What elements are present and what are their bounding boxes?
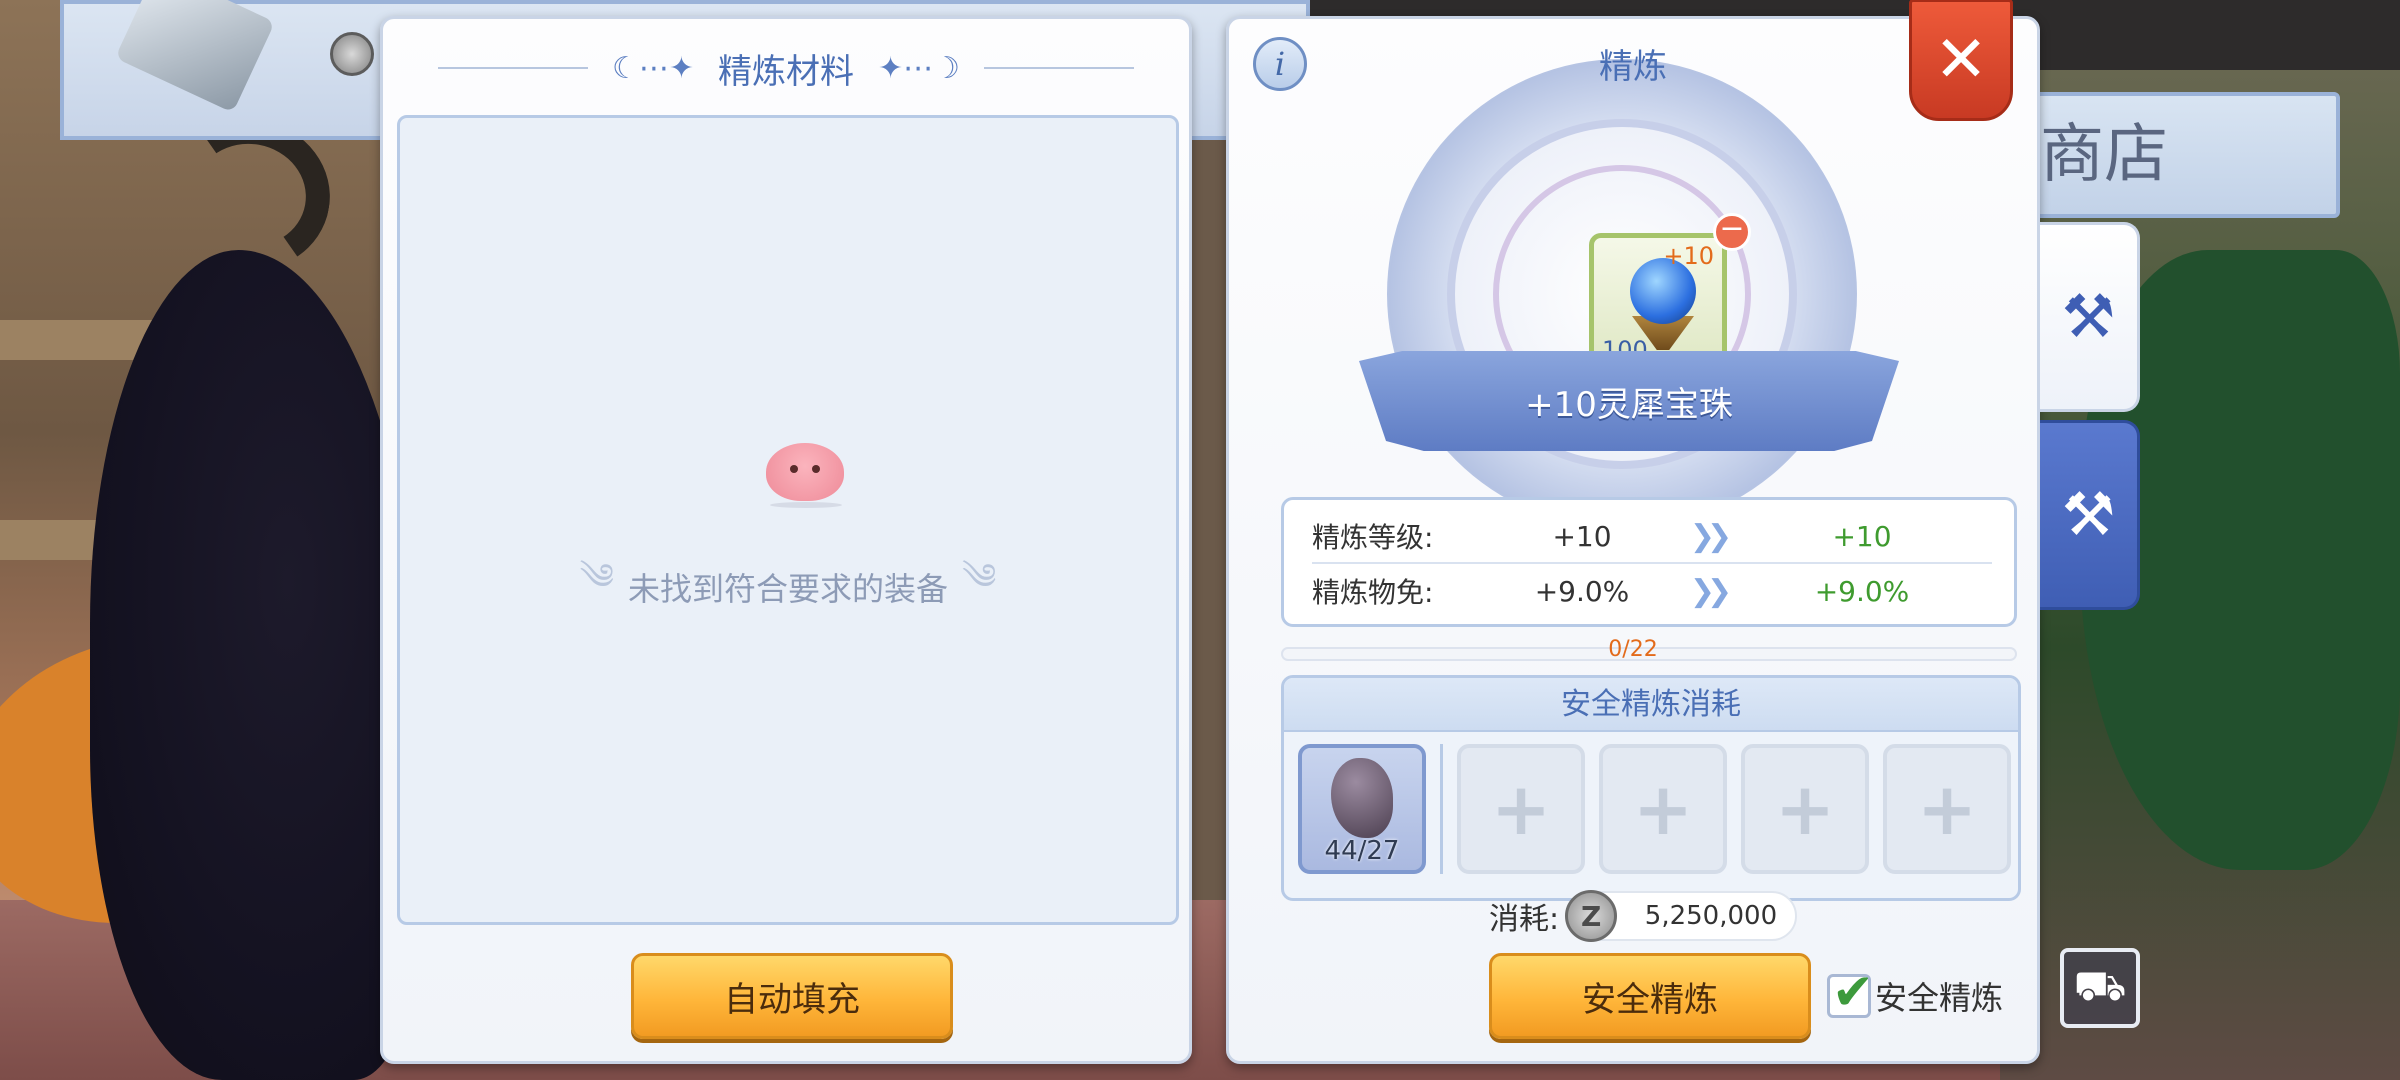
empty-material-slot[interactable]: +: [1457, 744, 1585, 874]
safe-refine-button[interactable]: 安全精炼: [1489, 953, 1811, 1039]
fee-label: 消耗:: [1489, 902, 1560, 937]
stat-label: 精炼物免:: [1312, 576, 1434, 609]
stat-next-value: +10: [1832, 519, 1892, 553]
material-count: 44/27: [1324, 836, 1400, 866]
stat-next-value: +9.0%: [1814, 574, 1910, 608]
safe-refine-checkbox-label: 安全精炼: [1875, 979, 2004, 1017]
materials-panel-title: 精炼材料: [718, 51, 854, 92]
refine-progress-text: 0/22: [1608, 637, 1658, 662]
refine-item-slot[interactable]: +10 100: [1589, 233, 1727, 371]
mascot-shadow: [770, 502, 842, 508]
checkmark-icon: ✔: [1832, 963, 1874, 1021]
poring-mascot-icon: [766, 443, 844, 501]
stat-current-value: +9.0%: [1534, 574, 1630, 608]
item-name-ribbon: +10灵犀宝珠: [1359, 351, 1899, 451]
plus-icon: +: [1490, 767, 1552, 851]
zeny-coin-icon: [330, 32, 374, 76]
material-slot[interactable]: 44/27: [1298, 744, 1426, 874]
fee-amount-pill: Z 5,250,000: [1565, 890, 1798, 942]
title-divider: [437, 67, 588, 69]
shop-cart-icon[interactable]: ⛟: [2060, 948, 2140, 1028]
ore-stone-icon: [1331, 758, 1393, 838]
refine-stats: 精炼等级: +10 ❯❯ +10 精炼物免: +9.0% ❯❯ +9.0%: [1281, 497, 2017, 627]
empty-material-slot[interactable]: +: [1741, 744, 1869, 874]
close-icon: ✕: [1934, 23, 1988, 97]
plus-icon: +: [1632, 767, 1694, 851]
stat-row-refine-level: 精炼等级: +10 ❯❯ +10: [1312, 510, 1992, 564]
remove-item-button[interactable]: −: [1713, 213, 1751, 251]
item-name: +10灵犀宝珠: [1525, 384, 1733, 425]
stat-current-value: +10: [1552, 519, 1612, 553]
double-arrow-icon: ❯❯: [1689, 573, 1732, 609]
materials-list[interactable]: ༄ 未找到符合要求的装备 ༄: [397, 115, 1179, 925]
hammer-plus-icon: ⚒: [2061, 480, 2116, 550]
empty-material-slot[interactable]: +: [1599, 744, 1727, 874]
empty-state: ༄ 未找到符合要求的装备 ༄: [400, 536, 1176, 638]
double-arrow-icon: ❯❯: [1689, 518, 1732, 554]
empty-material-slot[interactable]: +: [1883, 744, 2011, 874]
hammer-icon: ⚒: [2061, 282, 2116, 352]
empty-state-message: 未找到符合要求的装备: [627, 570, 948, 608]
stat-row-physical-immunity: 精炼物免: +9.0% ❯❯ +9.0%: [1312, 564, 1992, 618]
title-ornament-icon: ✦⋯☽: [878, 50, 961, 86]
materials-panel: ☾⋯✦ 精炼材料 ✦⋯☽ ༄ 未找到符合要求的装备 ༄ 自动填充: [380, 16, 1192, 1064]
fee-amount: 5,250,000: [1644, 901, 1778, 931]
plus-icon: +: [1774, 767, 1836, 851]
right-wing-icon: ༄: [962, 557, 997, 598]
safe-refine-cost: 安全精炼消耗 44/27 + + + +: [1281, 675, 2021, 901]
title-ornament-icon: ☾⋯✦: [611, 50, 694, 86]
info-icon[interactable]: i: [1253, 37, 1307, 91]
close-button[interactable]: ✕: [1909, 0, 2013, 121]
title-divider: [984, 67, 1135, 69]
refine-panel: 精炼 i ✕ +10 100 − +10灵犀宝珠 精炼等级: +10 ❯❯ +1…: [1226, 0, 2040, 1064]
item-refine-badge: +10: [1663, 242, 1714, 270]
slot-divider: [1440, 744, 1443, 874]
tab-upgrade[interactable]: ⚒: [2040, 420, 2140, 610]
zeny-coin-icon: Z: [1565, 890, 1618, 942]
tab-refine[interactable]: ⚒: [2040, 222, 2140, 412]
materials-title-row: ☾⋯✦ 精炼材料 ✦⋯☽: [383, 43, 1189, 93]
stat-label: 精炼等级:: [1312, 521, 1434, 554]
cost-material-slots: 44/27 + + + +: [1298, 744, 2011, 874]
refine-fee: 消耗: Z 5,250,000: [1489, 890, 1798, 942]
safe-refine-checkbox[interactable]: ✔: [1827, 963, 1874, 1021]
plus-icon: +: [1916, 767, 1978, 851]
safe-refine-toggle[interactable]: ✔ 安全精炼: [1827, 963, 2004, 1021]
safe-refine-cost-title: 安全精炼消耗: [1284, 678, 2018, 732]
left-wing-icon: ༄: [579, 557, 614, 598]
auto-fill-button[interactable]: 自动填充: [631, 953, 953, 1039]
shop-sign: 商店: [2030, 92, 2340, 218]
